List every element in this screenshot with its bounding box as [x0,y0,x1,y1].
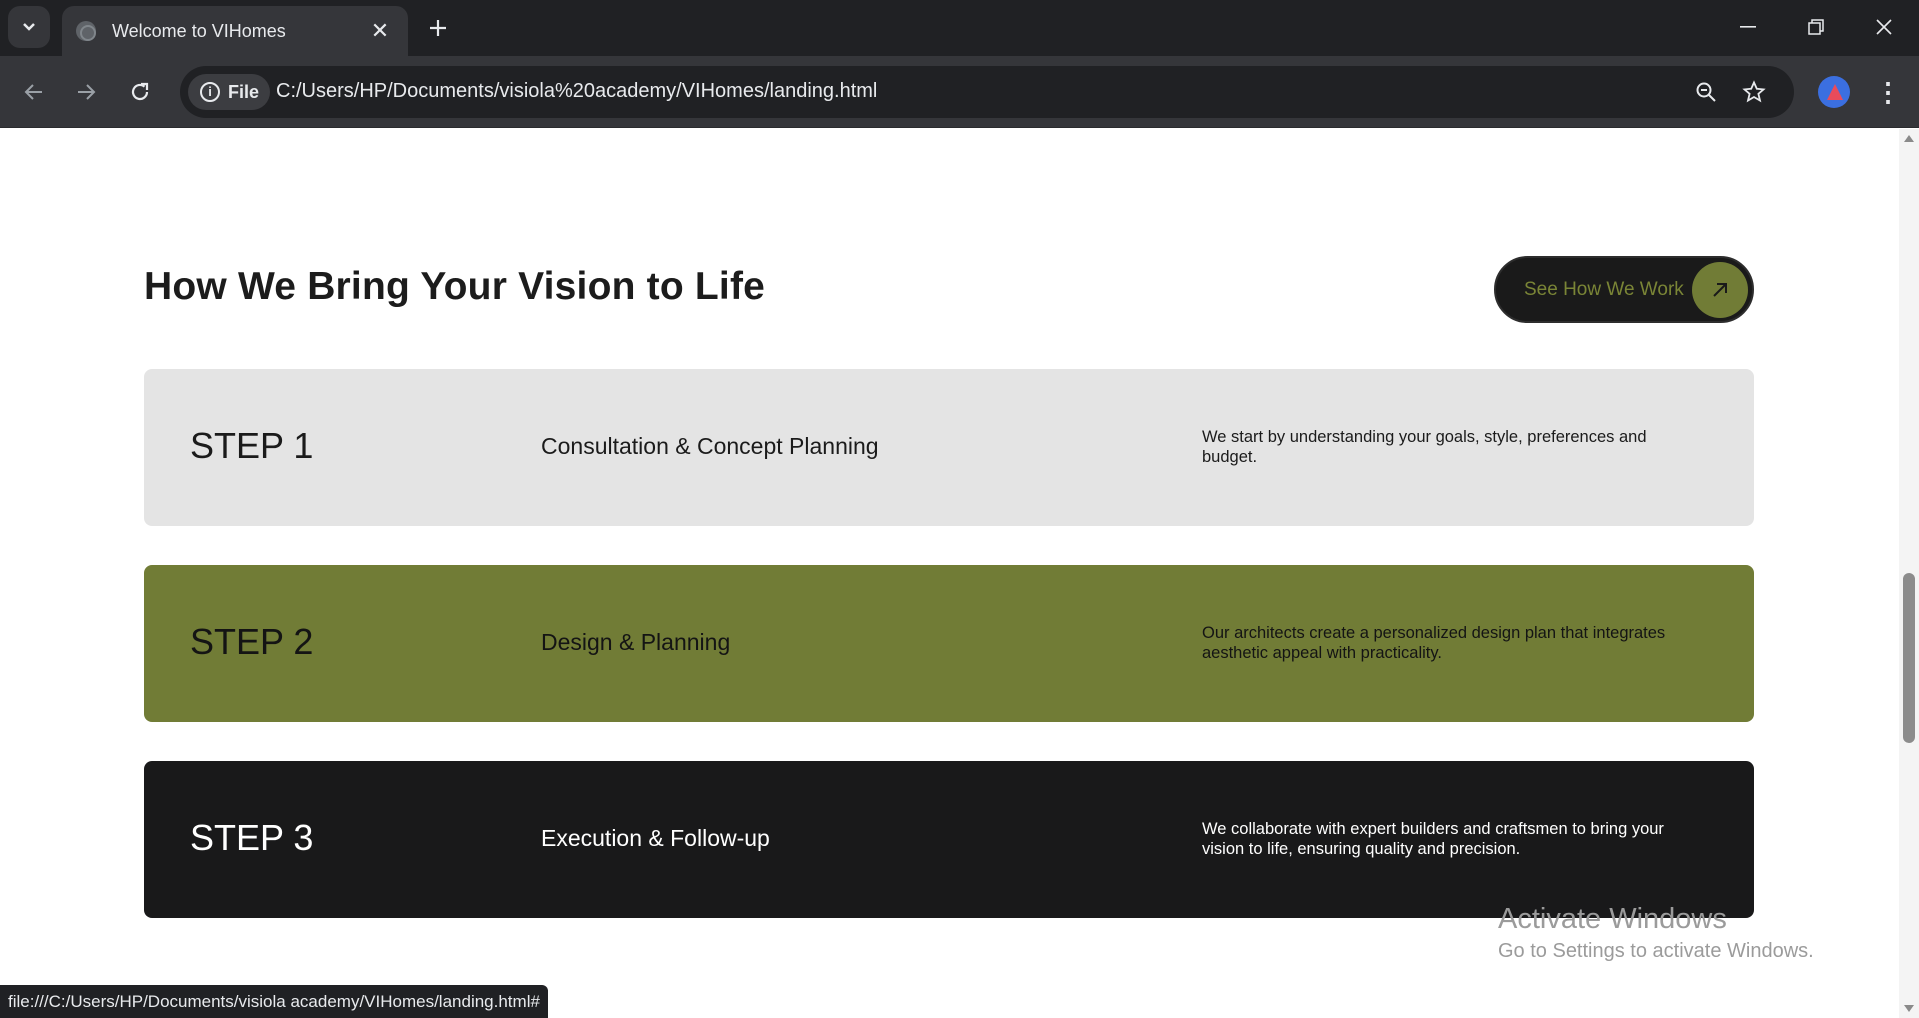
site-info-label: File [228,81,260,102]
step-card-3: STEP 3 Execution & Follow-up We collabor… [144,761,1754,918]
kebab-menu-icon[interactable]: ⋮ [1870,72,1906,112]
step-name: Execution & Follow-up [541,825,770,851]
step-number: STEP 2 [190,621,314,662]
restore-icon [1808,19,1824,35]
window-close-icon [1876,19,1892,35]
step-number: STEP 3 [190,817,314,858]
cta-label: See How We Work [1524,278,1684,300]
step-name: Design & Planning [541,629,731,655]
profile-avatar[interactable] [1818,76,1850,108]
step-card-1: STEP 1 Consultation & Concept Planning W… [144,369,1754,526]
link-status-bar: file:///C:/Users/HP/Documents/visiola ac… [0,985,548,1018]
zoom-button[interactable] [1690,76,1722,108]
page-scrollbar[interactable] [1899,129,1919,1018]
scroll-up-icon[interactable] [1904,135,1914,142]
back-arrow-icon [24,84,42,100]
section-title: How We Bring Your Vision to Life [144,265,766,308]
see-how-we-work-button[interactable]: See How We Work [1494,256,1754,323]
tab-search-button[interactable] [8,6,50,48]
close-icon[interactable]: ✕ [366,17,394,45]
restore-button[interactable] [1782,0,1850,54]
browser-toolbar: i File C:/Users/HP/Documents/visiola%20a… [0,56,1919,128]
forward-button[interactable] [66,72,106,112]
minimize-icon [1740,26,1756,28]
watermark-subtitle: Go to Settings to activate Windows. [1498,940,1814,962]
step-number: STEP 1 [190,425,314,466]
tab-title: Welcome to VIHomes [112,20,286,41]
chevron-down-icon [23,23,35,31]
step-name: Consultation & Concept Planning [541,433,879,459]
info-icon: i [200,82,220,102]
step-description: We collaborate with expert builders and … [1202,820,1664,858]
browser-tab-bar: Welcome to VIHomes ✕ [0,0,1919,56]
watermark-title: Activate Windows [1498,903,1727,935]
step-card-2: STEP 2 Design & Planning Our architects … [144,565,1754,722]
star-icon [1742,80,1766,103]
minimize-button[interactable] [1714,0,1782,54]
step-description: Our architects create a personalized des… [1202,624,1666,662]
plus-icon [430,20,446,36]
back-button[interactable] [14,72,54,112]
activate-windows-watermark: Activate Windows Go to Settings to activ… [1498,902,1814,966]
step-description: We start by understanding your goals, st… [1202,428,1647,466]
reload-icon [131,82,149,101]
scroll-down-icon[interactable] [1904,1005,1914,1012]
reload-button[interactable] [120,72,160,112]
window-close-button[interactable] [1850,0,1918,54]
zoom-icon [1696,82,1716,102]
browser-tab-active[interactable]: Welcome to VIHomes ✕ [62,6,408,56]
url-text[interactable]: C:/Users/HP/Documents/visiola%20academy/… [276,80,877,103]
bookmark-button[interactable] [1738,76,1770,108]
address-bar[interactable]: i File C:/Users/HP/Documents/visiola%20a… [180,66,1794,118]
new-tab-button[interactable] [420,10,456,46]
scrollbar-thumb[interactable] [1903,573,1915,743]
globe-icon [76,21,96,41]
forward-arrow-icon [78,84,96,100]
site-info-chip[interactable]: i File [188,74,270,110]
page-viewport: How We Bring Your Vision to Life See How… [0,129,1899,1018]
arrow-up-right-icon [1692,262,1748,318]
